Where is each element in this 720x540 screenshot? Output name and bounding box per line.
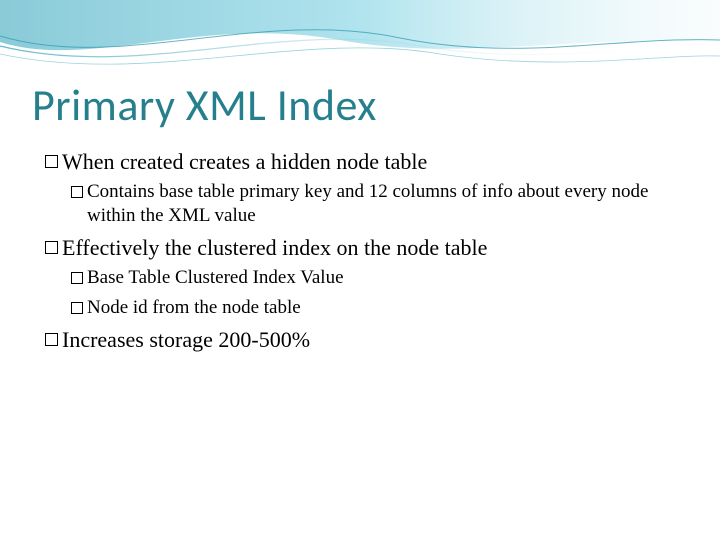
square-bullet-icon [71,186,83,198]
decorative-wave [0,0,720,90]
wave-icon [0,0,720,90]
bullet-text: When created creates a hidden node table [62,148,680,176]
square-bullet-icon [71,272,83,284]
bullet-level2: Base Table Clustered Index Value [71,266,680,290]
bullet-level2: Contains base table primary key and 12 c… [71,180,680,229]
bullet-text: Node id from the node table [87,296,680,320]
bullet-text: Effectively the clustered index on the n… [62,234,680,262]
slide: Primary XML Index When created creates a… [0,0,720,540]
square-bullet-icon [71,302,83,314]
bullet-text: Base Table Clustered Index Value [87,266,680,290]
slide-title: Primary XML Index [32,78,688,132]
bullet-level1: When created creates a hidden node table [45,148,680,176]
bullet-level2: Node id from the node table [71,296,680,320]
square-bullet-icon [45,333,58,346]
square-bullet-icon [45,241,58,254]
slide-body: When created creates a hidden node table… [45,148,680,358]
bullet-text: Contains base table primary key and 12 c… [87,180,680,229]
bullet-level1: Effectively the clustered index on the n… [45,234,680,262]
bullet-text: Increases storage 200-500% [62,326,680,354]
bullet-level1: Increases storage 200-500% [45,326,680,354]
square-bullet-icon [45,155,58,168]
